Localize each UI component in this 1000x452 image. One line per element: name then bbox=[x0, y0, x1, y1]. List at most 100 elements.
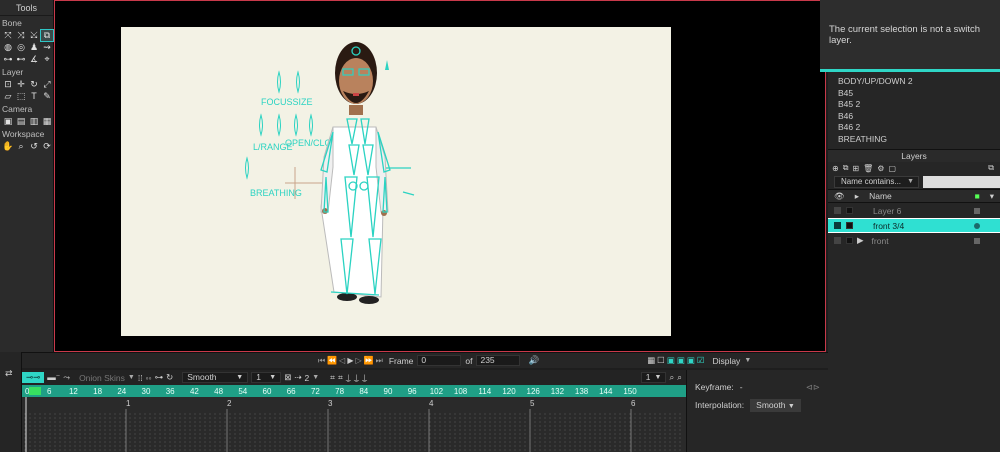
display-toggle-2-icon[interactable]: ▣ bbox=[677, 355, 685, 366]
rotate-workspace-icon[interactable]: ↺ bbox=[28, 141, 40, 152]
layer-scale-icon[interactable]: ⤢ bbox=[41, 79, 53, 90]
layer-translate-icon[interactable]: ✛ bbox=[15, 79, 27, 90]
step-back-icon[interactable]: ⏪ bbox=[327, 356, 337, 365]
list-item[interactable]: B45 bbox=[828, 88, 1000, 100]
range-icon[interactable]: ⇢ bbox=[294, 372, 301, 383]
list-item[interactable]: B46 bbox=[828, 111, 1000, 123]
expand-arrow-icon[interactable]: ▶ bbox=[857, 235, 864, 246]
motion-path-icon[interactable]: ▬⁻ bbox=[47, 372, 60, 383]
new-layer-icon[interactable]: ⊕ bbox=[832, 164, 839, 173]
zoom-dropdown[interactable]: 1 ▼ bbox=[640, 372, 667, 383]
bone-transform-icon[interactable]: ⤧ bbox=[2, 30, 14, 41]
canvas-viewport[interactable]: FOCUSSIZE L/RANGE OPEN/CLOSE BREATHING bbox=[54, 0, 826, 352]
timeline-settings-icon[interactable]: ⇄ bbox=[0, 368, 21, 379]
layer-row-front-3-4[interactable]: front 3/4 bbox=[828, 218, 1000, 233]
character-rig[interactable]: FOCUSSIZE L/RANGE OPEN/CLOSE BREATHING bbox=[121, 27, 671, 336]
list-item[interactable]: BREATHING bbox=[828, 134, 1000, 146]
playhead-marker[interactable] bbox=[29, 387, 41, 395]
display-toggle-4-icon[interactable]: ☑ bbox=[697, 355, 705, 366]
layer-settings-icon[interactable]: ⚙ bbox=[877, 164, 884, 173]
keyframe-nav-icon[interactable]: ⊲⊳ bbox=[806, 382, 820, 393]
layer-visibility-checkbox[interactable] bbox=[834, 237, 841, 244]
layer-selection-checkbox[interactable] bbox=[846, 207, 853, 214]
display-toggle-1-icon[interactable]: ▣ bbox=[667, 355, 675, 366]
list-item[interactable]: B45 2 bbox=[828, 99, 1000, 111]
layer-selection-checkbox[interactable] bbox=[846, 222, 853, 229]
key-filter-3-icon[interactable]: ⍊ bbox=[346, 372, 351, 383]
interpolation-dropdown[interactable]: Smooth ▼ bbox=[182, 372, 249, 383]
copy-keys-icon[interactable]: ◦◦ bbox=[146, 373, 152, 383]
interpolation-select[interactable]: Smooth ▼ bbox=[750, 398, 801, 412]
bone-smart-icon[interactable]: ⊷ bbox=[15, 54, 27, 65]
timeline-track[interactable]: 1 2 3 4 5 6 bbox=[22, 397, 686, 452]
play-icon[interactable]: ▶ bbox=[347, 356, 353, 365]
filter-input[interactable] bbox=[923, 175, 1000, 188]
panel-options-icon[interactable]: ⧉ bbox=[988, 163, 994, 173]
grid-toggle-icon[interactable]: ▦ bbox=[647, 355, 655, 366]
layer-shear-icon[interactable]: ▱ bbox=[2, 91, 14, 102]
layer-row-front[interactable]: ▶ front bbox=[828, 233, 1000, 248]
next-key-icon[interactable]: ▷ bbox=[355, 356, 361, 365]
layer-visibility-checkbox[interactable] bbox=[834, 207, 841, 214]
frame-ruler[interactable]: 0 6 12 18 24 30 36 42 48 54 60 66 72 78 84 90 96 102 108 11… bbox=[22, 385, 686, 397]
hand-pan-icon[interactable]: ✋ bbox=[2, 141, 14, 152]
prev-key-icon[interactable]: ◁ bbox=[339, 356, 345, 365]
switch-layer-icon[interactable] bbox=[834, 222, 841, 229]
onion-skins-label[interactable]: Onion Skins bbox=[79, 373, 125, 383]
keyframe-mode-icon[interactable]: ⊸⊸ bbox=[22, 372, 45, 383]
onion-dropdown-icon[interactable]: ▼ bbox=[128, 374, 135, 381]
step-dropdown[interactable]: 1 ▼ bbox=[251, 372, 282, 383]
quality-box-icon[interactable]: ☐ bbox=[657, 355, 665, 366]
timeline[interactable]: 0 6 12 18 24 30 36 42 48 54 60 66 72 78 84 90 96 102 108 11… bbox=[22, 385, 686, 452]
bone-target-icon[interactable]: ⌖ bbox=[41, 54, 53, 65]
refresh-icon[interactable]: ↻ bbox=[166, 372, 173, 383]
duplicate-layer-icon[interactable]: ⧉ bbox=[843, 163, 849, 173]
bone-lock-icon[interactable]: ⊶ bbox=[2, 54, 14, 65]
stage[interactable]: FOCUSSIZE L/RANGE OPEN/CLOSE BREATHING bbox=[121, 27, 671, 336]
sequence-icon[interactable]: ⊠ bbox=[284, 372, 291, 383]
curve-icon[interactable]: ⤳ bbox=[63, 372, 70, 383]
rewind-icon[interactable]: ⏮ bbox=[318, 356, 325, 366]
layer-rotate-icon[interactable]: ↻ bbox=[28, 79, 40, 90]
camera-track-icon[interactable]: ▣ bbox=[2, 116, 14, 127]
camera-roll-icon[interactable]: ▥ bbox=[28, 116, 40, 127]
bone-add-icon[interactable]: ⤨ bbox=[15, 30, 27, 41]
bone-reparent-icon[interactable]: ⧉ bbox=[40, 28, 54, 42]
name-column-header[interactable]: Name bbox=[869, 191, 892, 201]
key-filter-5-icon[interactable]: ⍊ bbox=[362, 372, 367, 383]
display-toggle-3-icon[interactable]: ▣ bbox=[687, 355, 695, 366]
layer-row-layer6[interactable]: Layer 6 bbox=[828, 203, 1000, 218]
bone-manipulate-icon[interactable]: ⇝ bbox=[41, 42, 53, 53]
select-frames-icon[interactable]: ⁞⁞ bbox=[138, 373, 143, 383]
bone-select-icon[interactable]: ⤩ bbox=[28, 30, 40, 41]
range-arrow-icon[interactable]: ▼ bbox=[312, 374, 319, 381]
audio-icon[interactable]: 🔊 bbox=[528, 355, 539, 366]
bone-offset-icon[interactable]: ◎ bbox=[15, 42, 27, 53]
fast-forward-icon[interactable]: ⏭ bbox=[376, 356, 383, 366]
zoom-out-icon[interactable]: ⌕ bbox=[677, 372, 682, 383]
copy-layer-icon[interactable]: ⊞ bbox=[852, 164, 859, 173]
zoom-in-icon[interactable]: ⌕ bbox=[669, 372, 674, 383]
display-menu-label[interactable]: Display bbox=[712, 356, 740, 366]
key-filter-2-icon[interactable]: ⌗ bbox=[338, 372, 343, 383]
filter-dropdown[interactable]: Name contains... bbox=[834, 175, 919, 188]
camera-zoom-icon[interactable]: ▤ bbox=[15, 116, 27, 127]
key-filter-4-icon[interactable]: ⍊ bbox=[354, 372, 359, 383]
key-filter-1-icon[interactable]: ⌗ bbox=[330, 372, 335, 383]
camera-pan-icon[interactable]: ▦ bbox=[41, 116, 53, 127]
layer-transform-icon[interactable]: ⊡ bbox=[2, 79, 14, 90]
group-layer-icon[interactable]: ▢ bbox=[888, 164, 896, 173]
bone-physics-icon[interactable]: ♟ bbox=[28, 42, 40, 53]
text-tool-icon[interactable]: T bbox=[28, 91, 40, 102]
key-handles-icon[interactable]: ⊶ bbox=[155, 372, 164, 383]
list-item[interactable]: B46 2 bbox=[828, 122, 1000, 134]
layer-select-icon[interactable]: ⬚ bbox=[15, 91, 27, 102]
zoom-icon[interactable]: ⌕ bbox=[15, 141, 27, 152]
frame-input[interactable]: 0 bbox=[417, 355, 462, 366]
bone-strength-icon[interactable]: ◍ bbox=[2, 42, 14, 53]
total-frames-input[interactable]: 235 bbox=[476, 355, 521, 366]
layer-selection-checkbox[interactable] bbox=[846, 237, 853, 244]
eyedropper-icon[interactable]: ✎ bbox=[41, 91, 53, 102]
delete-layer-icon[interactable]: 🗑 bbox=[863, 164, 873, 173]
orbit-icon[interactable]: ⟳ bbox=[41, 141, 53, 152]
